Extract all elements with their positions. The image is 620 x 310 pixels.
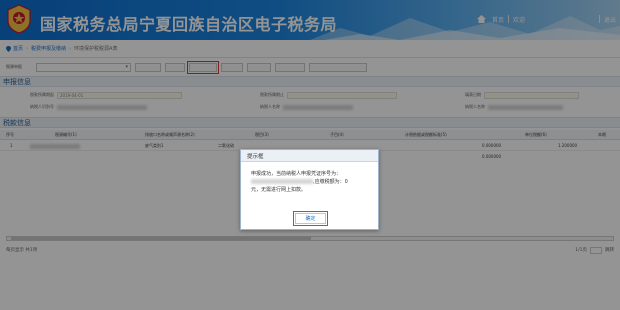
dialog-message-suffix: 元，无需进行网上扣款。 <box>251 187 307 193</box>
confirm-button[interactable]: 确定 <box>293 211 328 226</box>
dialog-message-mid: ,应缴税额为：0 <box>313 179 348 185</box>
dialog-body: 申报成功，当前纳税人申报凭证序号为： ,应缴税额为：0 元，无需进行网上扣款。 <box>241 162 378 194</box>
dialog-title: 提示框 <box>241 150 378 162</box>
dialog-message-line2: ,应缴税额为：0 <box>251 178 368 186</box>
dialog-message-prefix: 申报成功，当前纳税人申报凭证序号为： <box>251 171 342 177</box>
success-dialog: 提示框 申报成功，当前纳税人申报凭证序号为： ,应缴税额为：0 元，无需进行网上… <box>240 149 379 230</box>
voucher-number <box>251 179 313 184</box>
